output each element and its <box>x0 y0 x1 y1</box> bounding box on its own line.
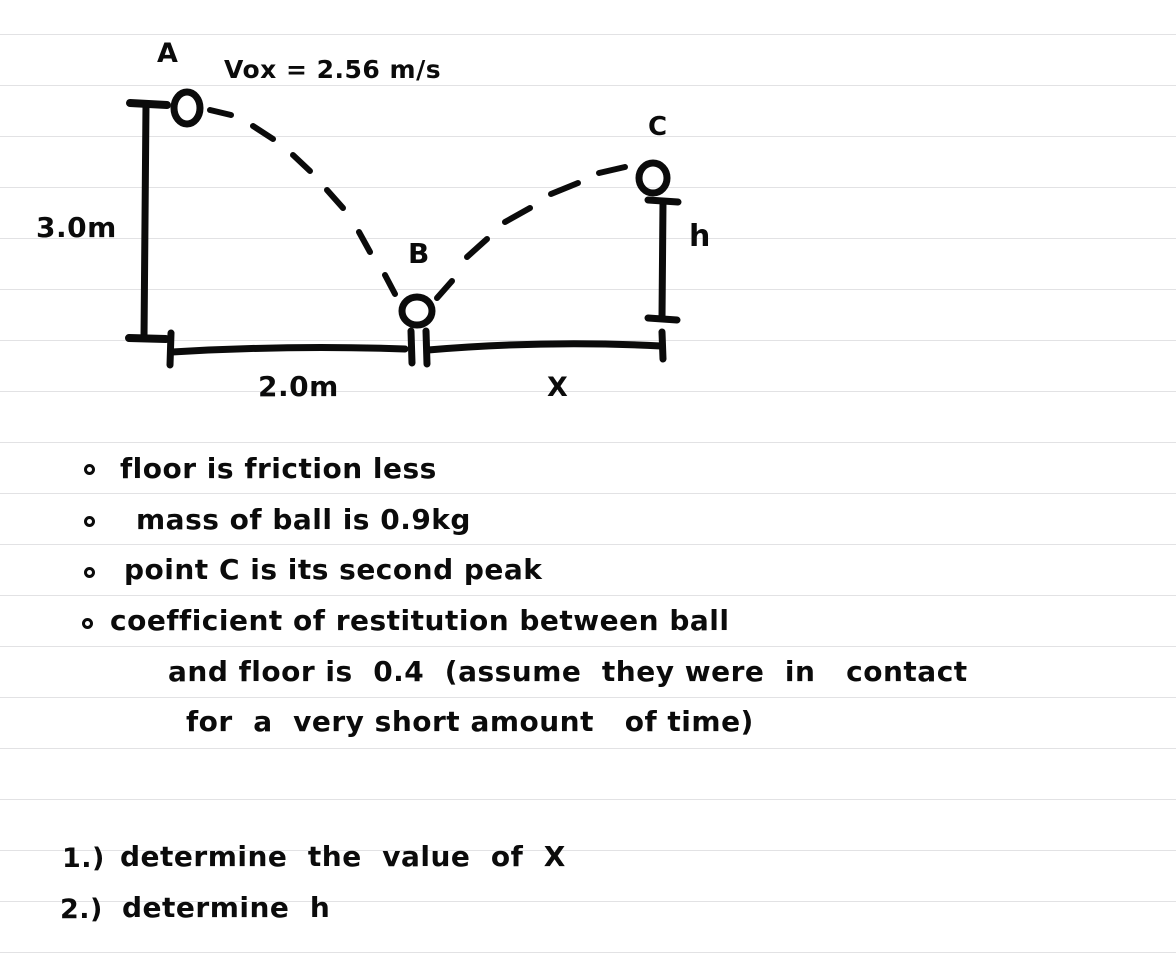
bullet-marker-1 <box>84 464 95 475</box>
rule-line <box>0 595 1176 596</box>
question-1-text: determine the value of X <box>120 840 566 873</box>
trajectory-a-to-b <box>207 107 398 297</box>
label-point-b: B <box>408 237 430 270</box>
rule-line <box>0 136 1176 137</box>
drop-height-bottom-tick <box>125 334 170 343</box>
given-bullet-3: point C is its second peak <box>124 553 543 586</box>
rule-line <box>0 442 1176 443</box>
rule-line <box>0 493 1176 494</box>
given-bullet-2: mass of ball is 0.9kg <box>136 503 471 536</box>
bullet-marker-3 <box>84 567 95 578</box>
rule-line <box>0 34 1176 35</box>
rule-line <box>0 391 1176 392</box>
rule-line <box>0 799 1176 800</box>
label-run-bc: X <box>547 372 569 403</box>
run-bc-right-tick <box>658 328 667 363</box>
bullet-marker-2 <box>84 516 95 527</box>
drop-height-dimension-line <box>140 100 150 342</box>
given-bullet-1: floor is friction less <box>120 452 437 485</box>
rule-line <box>0 238 1176 239</box>
bounce-height-top-tick <box>644 196 682 206</box>
run-ab-left-tick <box>166 329 175 369</box>
rule-line <box>0 697 1176 698</box>
rule-line <box>0 85 1176 86</box>
question-2-number: 2.) <box>60 894 103 925</box>
rule-line <box>0 544 1176 545</box>
run-ab-dimension-line <box>168 344 409 356</box>
run-bc-dimension-line <box>424 340 665 354</box>
rule-line <box>0 340 1176 341</box>
label-initial-velocity: Vox = 2.56 m/s <box>224 55 442 84</box>
ball-a <box>170 88 204 128</box>
rule-line <box>0 952 1176 953</box>
rule-line <box>0 289 1176 290</box>
rule-line <box>0 748 1176 749</box>
label-run-ab: 2.0m <box>258 370 339 403</box>
rule-line <box>0 646 1176 647</box>
bounce-height-dimension-line <box>658 198 667 322</box>
bounce-height-bottom-tick <box>644 314 681 324</box>
label-point-a: A <box>157 38 179 69</box>
rule-line <box>0 187 1176 188</box>
trajectory-b-to-c <box>434 164 628 301</box>
given-bullet-4-line-2: and floor is 0.4 (assume they were in co… <box>168 655 968 688</box>
label-point-c: C <box>648 112 668 142</box>
notebook-page: A Vox = 2.56 m/s 3.0m B C h 2.0m X floor… <box>0 0 1176 965</box>
run-bc-left-tick <box>422 327 431 368</box>
drop-height-top-tick <box>126 99 171 109</box>
run-ab-right-tick <box>407 327 416 367</box>
label-bounce-height: h <box>689 219 711 254</box>
question-1-number: 1.) <box>62 843 105 874</box>
given-bullet-4-line-3: for a very short amount of time) <box>186 705 754 738</box>
ball-b <box>398 293 436 329</box>
ball-c <box>635 159 671 197</box>
given-bullet-4: coefficient of restitution between ball <box>110 604 730 637</box>
bullet-marker-4 <box>82 618 93 629</box>
label-drop-height: 3.0m <box>36 211 117 244</box>
question-2-text: determine h <box>122 891 331 924</box>
